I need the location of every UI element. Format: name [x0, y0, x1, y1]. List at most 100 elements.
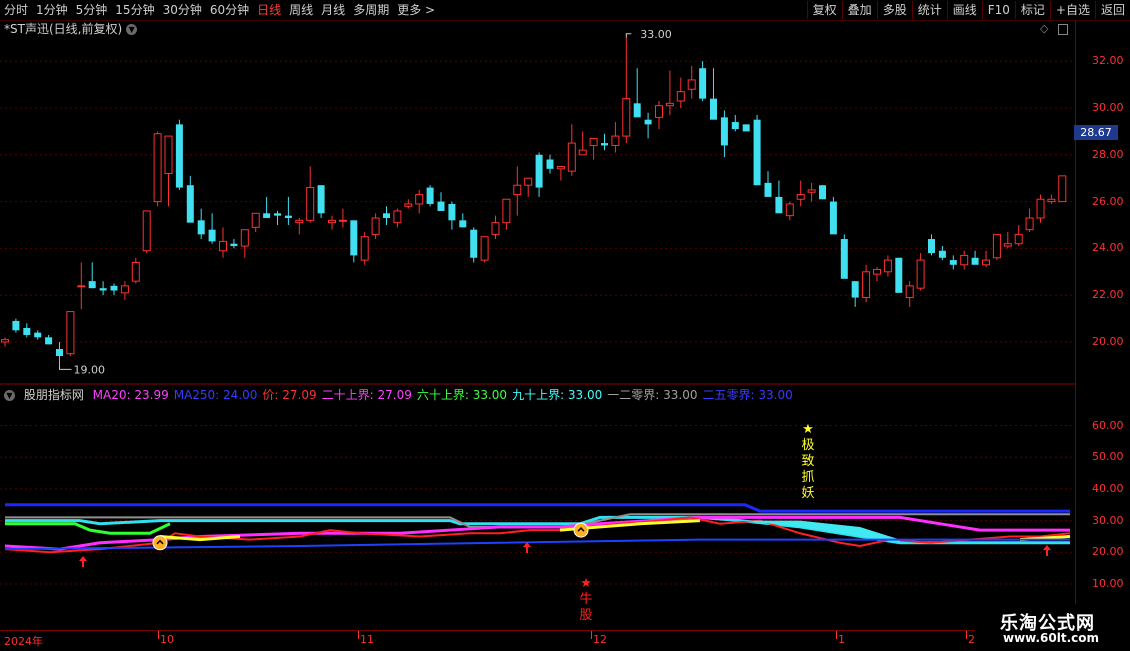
- indicator-name: 股朋指标网: [23, 388, 84, 402]
- indicator-axis-label: 60.00: [1092, 418, 1124, 432]
- candle-body: [524, 177, 533, 186]
- date-label: 2024年: [4, 635, 43, 648]
- date-label: 12: [593, 633, 607, 646]
- candle-body: [459, 220, 467, 228]
- candle-body: [263, 213, 271, 218]
- price-axis-label: 28.00: [1092, 147, 1124, 161]
- title-dropdown-icon[interactable]: ▼: [126, 24, 138, 35]
- diamond-icon[interactable]: ◇: [1040, 22, 1048, 35]
- candle-body: [676, 91, 685, 102]
- candle-body: [284, 215, 292, 218]
- date-label: 10: [160, 633, 174, 646]
- candle-body: [470, 229, 478, 258]
- candle-body: [350, 220, 358, 256]
- candle-body: [862, 271, 871, 299]
- candle-body: [644, 119, 652, 125]
- candle-body: [622, 98, 631, 137]
- candle-body: [589, 137, 598, 146]
- candle-body: [1014, 233, 1023, 245]
- kline-chart[interactable]: 33.00 19.00: [0, 0, 1075, 630]
- date-axis: 2024年 10 11 12 1 2(: [0, 630, 1075, 651]
- date-tick: [836, 631, 837, 639]
- candle-body: [764, 182, 772, 197]
- toolbar-button[interactable]: 返回: [1094, 1, 1130, 19]
- indicator-axis-label: 20.00: [1092, 545, 1124, 559]
- candle-body: [775, 196, 783, 214]
- indicator-title: ▼ 股朋指标网 MA20: 23.99 MA250: 24.00 价: 27.09 二…: [4, 388, 798, 402]
- candle-body: [175, 124, 183, 188]
- candle-body: [142, 210, 151, 252]
- candle-body: [710, 98, 717, 120]
- candle-body: [1, 339, 9, 343]
- candle-body: [120, 285, 129, 294]
- candle-body: [971, 257, 979, 265]
- candle-body: [306, 187, 315, 221]
- candle-body: [230, 243, 238, 247]
- candle-body: [655, 105, 663, 118]
- line-60: [5, 522, 171, 535]
- signal-circle-icon: [152, 535, 168, 551]
- candle-body: [665, 102, 674, 107]
- buy-arrow-icon: [79, 556, 87, 567]
- candle-body: [535, 154, 543, 188]
- candle-body: [99, 288, 107, 291]
- panel-toggle-icon[interactable]: [1057, 23, 1068, 35]
- candle-body: [371, 217, 380, 235]
- candle-body: [851, 281, 859, 298]
- indicator-axis-label: 50.00: [1092, 450, 1124, 464]
- candle-body: [829, 201, 837, 235]
- candle-body: [1047, 198, 1056, 203]
- date-tick: [591, 631, 592, 639]
- indicator-dropdown-icon[interactable]: ▼: [4, 390, 15, 401]
- candle-body: [219, 240, 227, 252]
- candle-body: [807, 189, 816, 193]
- candle-body: [88, 281, 96, 289]
- candle-body: [110, 285, 118, 291]
- panel-icons: ◇: [1040, 22, 1068, 35]
- indicator-axis-label: 30.00: [1092, 513, 1124, 527]
- line-250: [5, 503, 1070, 513]
- candle-body: [12, 320, 20, 331]
- candle-body: [502, 198, 511, 224]
- signal-text-char: 牛: [579, 592, 593, 607]
- price-axis-label: 32.00: [1092, 54, 1124, 68]
- candle-body: [23, 327, 31, 335]
- candle-body: [633, 103, 641, 118]
- date-label: 11: [360, 633, 374, 646]
- candle-body: [328, 219, 336, 224]
- candle-body: [982, 259, 990, 266]
- candle-body: [720, 117, 728, 146]
- candle-body: [1003, 243, 1012, 247]
- candle-body: [208, 229, 216, 242]
- candle-body: [742, 124, 750, 132]
- candle-body: [546, 159, 554, 169]
- candle-body: [480, 236, 489, 261]
- price-axis-label: 24.00: [1092, 241, 1124, 255]
- indicator-field: 二五零界: 33.00: [702, 388, 793, 402]
- chart-title: *ST声迅(日线,前复权) ▼: [4, 22, 138, 36]
- stock-title: *ST声迅(日线,前复权): [4, 22, 123, 36]
- indicator-axis-label: 40.00: [1092, 481, 1124, 495]
- candle-body: [295, 219, 304, 224]
- date-tick: [158, 631, 159, 639]
- candle-body: [164, 135, 173, 175]
- candle-body: [556, 166, 565, 170]
- current-price-tag: 28.67: [1074, 125, 1118, 140]
- candle-body: [1025, 217, 1034, 231]
- low-marker: [59, 365, 72, 370]
- candle-body: [601, 143, 608, 146]
- candle-body: [131, 261, 140, 282]
- indicator-axis-label: 10.00: [1092, 577, 1124, 590]
- candle-body: [840, 239, 848, 279]
- candle-body: [731, 122, 739, 130]
- candle-body: [77, 285, 86, 288]
- candle-body: [905, 285, 914, 299]
- candle-body: [383, 213, 390, 218]
- candle-body: [1036, 198, 1045, 219]
- candle-body: [960, 254, 969, 266]
- signal-text-char: 抓: [801, 470, 815, 485]
- candle-body: [338, 219, 347, 222]
- indicator-field: 二十上界: 27.09: [321, 388, 412, 402]
- candle-body: [251, 212, 260, 228]
- candle-body: [567, 142, 576, 172]
